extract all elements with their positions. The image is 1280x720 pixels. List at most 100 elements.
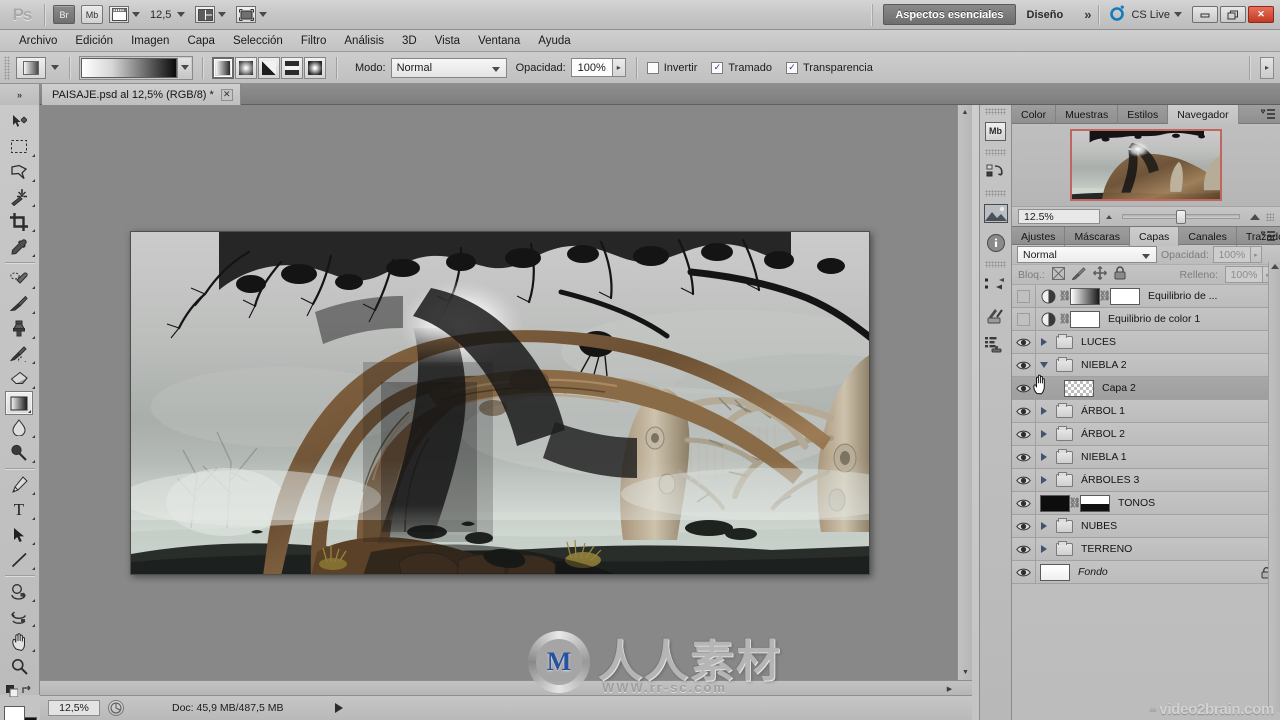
clone-stamp-tool[interactable] [0, 316, 38, 341]
table-row[interactable]: ⛓ TONOS [1012, 491, 1280, 515]
hand-tool[interactable] [0, 629, 38, 654]
table-row[interactable]: ⛓ ⛓ Equilibrio de ... [1012, 284, 1280, 308]
layer-list[interactable]: ⛓ ⛓ Equilibrio de ... ⛓ Equilibrio de co… [1012, 284, 1280, 584]
gradient-chevron-down-icon[interactable] [177, 57, 191, 78]
layer-name[interactable]: Fondo [1078, 566, 1108, 578]
layer-visibility-toggle[interactable] [1012, 330, 1036, 354]
layer-visibility-toggle[interactable] [1012, 514, 1036, 538]
zoom-tool[interactable] [0, 654, 38, 679]
navigator-resize-grip[interactable] [1266, 212, 1274, 221]
diamond-gradient-icon[interactable] [304, 56, 326, 79]
tab-estilos[interactable]: Estilos [1118, 105, 1169, 124]
eraser-tool[interactable] [0, 366, 38, 391]
dock-grip-2[interactable] [985, 149, 1006, 156]
blend-mode-select[interactable]: Normal [390, 57, 507, 78]
dither-checkbox-row[interactable]: ✓ Tramado [711, 61, 772, 74]
gradient-picker[interactable] [79, 55, 193, 80]
group-expand-toggle[interactable] [1036, 476, 1052, 484]
tool-preset-chevron-down-icon[interactable] [51, 65, 59, 70]
menu-imagen[interactable]: Imagen [122, 30, 178, 52]
artboard-paisaje[interactable] [130, 231, 870, 575]
lasso-tool[interactable] [0, 159, 38, 184]
tool-presets-icon[interactable] [980, 299, 1011, 329]
screen-mode-group[interactable] [236, 6, 268, 23]
info-icon[interactable] [980, 228, 1011, 258]
lock-transparent-pixels-icon[interactable] [1051, 266, 1065, 283]
pen-tool[interactable] [0, 472, 38, 497]
view-extras-group[interactable] [109, 6, 140, 23]
layer-visibility-toggle[interactable] [1012, 537, 1036, 561]
mask-link-icon[interactable]: ⛓ [1059, 314, 1072, 325]
layer-visibility-toggle[interactable] [1012, 491, 1036, 515]
navigator-zoom-knob[interactable] [1176, 210, 1187, 224]
mask-link-icon-2[interactable]: ⛓ [1099, 291, 1112, 302]
layer-visibility-toggle[interactable] [1012, 307, 1036, 331]
navigator-preview-area[interactable] [1012, 124, 1280, 206]
restore-button[interactable] [1220, 6, 1246, 23]
menu-vista[interactable]: Vista [426, 30, 469, 52]
cs-live-menu[interactable]: CS Live [1109, 4, 1182, 25]
layer-name[interactable]: ÁRBOL 1 [1081, 405, 1125, 417]
table-row[interactable]: NUBES [1012, 514, 1280, 538]
close-icon[interactable]: ✕ [220, 88, 233, 101]
layers-panel-scrollbar[interactable] [1268, 262, 1280, 712]
layer-visibility-toggle[interactable] [1012, 468, 1036, 492]
group-expand-toggle[interactable] [1036, 545, 1052, 553]
spot-healing-brush-tool[interactable] [0, 266, 38, 291]
canvas-area[interactable]: ▲ ▼ ▶ [40, 105, 972, 695]
opacity-input[interactable]: 100% [570, 58, 613, 77]
arrange-documents-group[interactable] [195, 6, 227, 23]
tab-capas[interactable]: Capas [1129, 227, 1180, 246]
group-expand-toggle[interactable] [1036, 430, 1052, 438]
radial-gradient-icon[interactable] [235, 56, 257, 79]
launch-bridge-button[interactable]: Br [53, 5, 75, 24]
lock-image-pixels-icon[interactable] [1071, 266, 1086, 283]
launch-mini-bridge-button[interactable]: Mb [81, 5, 103, 24]
navigator-thumbnail[interactable] [1070, 129, 1222, 201]
foreground-color-swatch[interactable] [4, 706, 25, 720]
status-zoom-input[interactable]: 12,5% [48, 700, 100, 716]
layer-name[interactable]: Capa 2 [1102, 382, 1136, 394]
expand-panels-icon[interactable]: » [0, 84, 40, 105]
linear-gradient-icon[interactable] [212, 56, 234, 79]
canvas-vertical-scrollbar[interactable]: ▲ ▼ [957, 105, 972, 695]
dock-grip-3[interactable] [985, 190, 1006, 197]
layers-blend-chevron-down-icon[interactable] [1142, 254, 1150, 259]
layer-thumbnail[interactable] [1040, 563, 1070, 581]
navigator-zoom-slider[interactable] [1122, 210, 1240, 224]
table-row[interactable]: ÁRBOLES 3 [1012, 468, 1280, 492]
layers-panel-menu-icon[interactable] [1260, 230, 1276, 243]
status-proxy-icon[interactable] [108, 700, 124, 716]
eyedropper-tool[interactable] [0, 234, 38, 259]
layers-fill-input[interactable]: 100% [1225, 266, 1263, 283]
more-workspaces-icon[interactable]: » [1084, 7, 1091, 22]
swap-colors-icon[interactable] [21, 685, 33, 700]
table-row[interactable]: Fondo [1012, 560, 1280, 584]
cs-live-chevron-down-icon[interactable] [1174, 12, 1182, 17]
menu-ayuda[interactable]: Ayuda [529, 30, 579, 52]
layer-name[interactable]: LUCES [1081, 336, 1116, 348]
dodge-tool[interactable] [0, 440, 38, 465]
navigator-zoom-input[interactable]: 12.5% [1018, 209, 1100, 224]
tab-muestras[interactable]: Muestras [1056, 105, 1119, 124]
layer-name[interactable]: NUBES [1081, 520, 1117, 532]
table-row[interactable]: Capa 2 [1012, 374, 1280, 400]
dock-grip-4[interactable] [985, 261, 1006, 268]
layer-visibility-toggle[interactable] [1012, 560, 1036, 584]
crop-tool[interactable] [0, 209, 38, 234]
opacity-stepper-icon[interactable]: ▸ [612, 58, 626, 77]
layer-name[interactable]: NIEBLA 1 [1081, 451, 1127, 463]
rectangular-marquee-tool[interactable] [0, 134, 38, 159]
path-selection-tool[interactable] [0, 522, 38, 547]
angle-gradient-icon[interactable] [258, 56, 280, 79]
gradient-tool-preset-icon[interactable] [16, 56, 46, 79]
tab-mascaras[interactable]: Máscaras [1065, 227, 1130, 246]
arrange-documents-icon[interactable] [195, 6, 216, 23]
minimize-button[interactable] [1192, 6, 1218, 23]
scroll-up-icon[interactable] [1270, 264, 1279, 269]
table-row[interactable]: ÁRBOL 1 [1012, 399, 1280, 423]
scroll-right-icon[interactable]: ▶ [943, 682, 956, 695]
history-brush-tool[interactable] [0, 341, 38, 366]
magic-wand-tool[interactable] [0, 184, 38, 209]
panel-menu-icon[interactable] [1260, 108, 1276, 121]
